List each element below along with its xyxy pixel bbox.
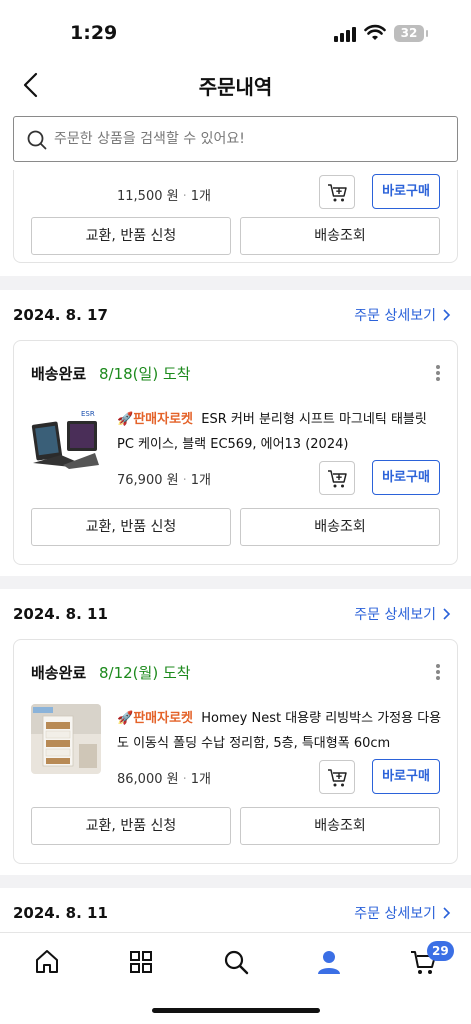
order-detail-label: 주문 상세보기	[354, 906, 436, 922]
thumb-brand: ESR	[81, 410, 95, 418]
delivery-status: 배송완료	[31, 365, 87, 383]
quantity: 1개	[190, 772, 211, 787]
more-options-icon[interactable]	[433, 662, 443, 682]
delivery-status: 배송완료	[31, 664, 87, 682]
order-card: 배송완료 8/18(일) 도착 ESR 🚀판매자로켓 ESR 커버 분리형 시프…	[13, 340, 458, 565]
product-image[interactable]: ESR	[31, 405, 101, 475]
exchange-return-button[interactable]: 교환, 반품 신청	[31, 217, 231, 255]
add-to-cart-button[interactable]	[319, 175, 355, 209]
exchange-return-button[interactable]: 교환, 반품 신청	[31, 807, 231, 845]
chevron-right-icon	[443, 608, 451, 620]
search-icon	[27, 130, 47, 150]
cart-count-badge: 29	[427, 941, 454, 961]
price-row: 76,900 원 · 1개	[117, 473, 211, 488]
order-detail-link[interactable]: 주문 상세보기	[354, 305, 451, 325]
order-group-partial: 11,500 원 · 1개 바로구매 교환, 반품 신청 배송조회	[0, 170, 471, 276]
seller-rocket-badge: 🚀판매자로켓	[117, 711, 193, 726]
my-coupang-icon[interactable]	[314, 947, 344, 977]
search-bar-area	[0, 108, 471, 170]
buy-now-button[interactable]: 바로구매	[372, 460, 440, 495]
buy-now-button[interactable]: 바로구매	[372, 174, 440, 209]
quantity: 1개	[190, 473, 211, 488]
price-row: 86,000 원 · 1개	[117, 772, 211, 787]
order-list[interactable]: 11,500 원 · 1개 바로구매 교환, 반품 신청 배송조회 2024. 8.…	[0, 170, 471, 932]
quantity: 1개	[190, 189, 211, 204]
buy-now-button[interactable]: 바로구매	[372, 759, 440, 794]
search-input[interactable]	[54, 127, 434, 151]
order-card: 배송완료 8/12(월) 도착 🚀판매자로켓 Homey Nest 대용량 리빙…	[13, 639, 458, 864]
battery-icon: 32	[394, 25, 428, 42]
search-icon[interactable]	[221, 947, 251, 977]
order-card: 11,500 원 · 1개 바로구매 교환, 반품 신청 배송조회	[13, 170, 458, 263]
chevron-right-icon	[443, 309, 451, 321]
more-options-icon[interactable]	[433, 363, 443, 383]
search-box[interactable]	[13, 116, 458, 162]
track-delivery-button[interactable]: 배송조회	[240, 217, 440, 255]
arrival-date: 8/18(일) 도착	[99, 365, 191, 383]
track-delivery-button[interactable]: 배송조회	[240, 807, 440, 845]
home-icon[interactable]	[32, 947, 62, 977]
add-cart-icon	[328, 769, 347, 787]
wifi-icon	[364, 24, 386, 40]
category-icon[interactable]	[126, 947, 156, 977]
status-time: 1:29	[70, 22, 118, 44]
add-to-cart-button[interactable]	[319, 461, 355, 495]
track-delivery-button[interactable]: 배송조회	[240, 508, 440, 546]
order-date: 2024. 8. 17	[13, 306, 108, 324]
chevron-right-icon	[443, 907, 451, 919]
order-detail-link[interactable]: 주문 상세보기	[354, 903, 451, 923]
arrival-date: 8/12(월) 도착	[99, 664, 191, 682]
order-date: 2024. 8. 11	[13, 904, 108, 922]
page-title: 주문내역	[198, 75, 273, 99]
order-date: 2024. 8. 11	[13, 605, 108, 623]
order-group: 2024. 8. 11 주문 상세보기	[0, 888, 471, 932]
price: 76,900 원	[117, 473, 179, 488]
order-group: 2024. 8. 11 주문 상세보기 배송완료 8/12(월) 도착 🚀판매자…	[0, 589, 471, 875]
price: 86,000 원	[117, 772, 179, 787]
home-indicator	[152, 1008, 320, 1013]
add-cart-icon	[328, 184, 347, 202]
add-cart-icon	[328, 470, 347, 488]
order-detail-label: 주문 상세보기	[354, 607, 436, 623]
product-name-row[interactable]: 🚀판매자로켓 Homey Nest 대용량 리빙박스 가정용 다용도 이동식 폴…	[117, 706, 447, 756]
product-image[interactable]	[31, 704, 101, 774]
signal-icon	[334, 27, 356, 42]
status-bar: 1:29 32	[0, 0, 471, 64]
price-row: 11,500 원 · 1개	[117, 189, 211, 204]
product-name-row[interactable]: 🚀판매자로켓 ESR 커버 분리형 시프트 마그네틱 태블릿 PC 케이스, 블…	[117, 407, 447, 457]
order-detail-label: 주문 상세보기	[354, 308, 436, 324]
order-group: 2024. 8. 17 주문 상세보기 배송완료 8/18(일) 도착 ESR	[0, 290, 471, 576]
order-detail-link[interactable]: 주문 상세보기	[354, 604, 451, 624]
exchange-return-button[interactable]: 교환, 반품 신청	[31, 508, 231, 546]
seller-rocket-badge: 🚀판매자로켓	[117, 412, 193, 427]
price: 11,500 원	[117, 189, 179, 204]
add-to-cart-button[interactable]	[319, 760, 355, 794]
page-header: 주문내역	[0, 64, 471, 108]
